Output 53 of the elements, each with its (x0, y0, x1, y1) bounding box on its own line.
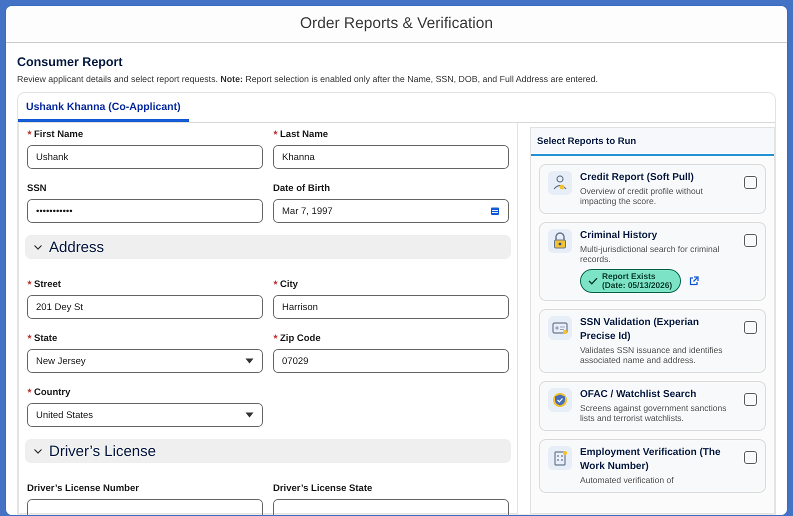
text-field[interactable]: Khanna (273, 145, 509, 169)
text-field[interactable]: Ushank (27, 145, 263, 169)
field-label: Street (34, 278, 61, 290)
date-field[interactable]: Mar 7, 1997 (273, 199, 509, 223)
shield-icon (550, 390, 570, 410)
section-title: Driver’s License (49, 442, 156, 460)
field-label: Driver’s License State (273, 482, 372, 494)
report-description: Overview of credit profile without impacting the score. (580, 186, 704, 206)
report-title: Credit Report (Soft Pull) (580, 171, 695, 185)
check-icon (588, 277, 598, 285)
report-title: SSN Validation (Experian Precise Id) (580, 316, 700, 344)
report-title: Criminal History (580, 229, 658, 243)
window-title: Order Reports & Verification (300, 15, 493, 33)
section-title: Consumer Report (17, 55, 124, 69)
panel-title: Select Reports to Run (531, 128, 774, 156)
field-label: Driver’s License Number (27, 482, 139, 494)
text-field[interactable]: Harrison (273, 295, 509, 319)
field-label: City (280, 278, 298, 290)
dropdown[interactable]: United States (27, 403, 263, 427)
section-title: Address (49, 238, 104, 256)
field-label: State (34, 332, 58, 344)
report-description: Automated verification of (580, 475, 675, 485)
field-label: Last Name (280, 128, 328, 140)
text-field[interactable]: ••••••••••• (27, 199, 263, 223)
field-label: Date of Birth (273, 182, 330, 194)
text-field[interactable]: 201 Dey St (27, 295, 263, 319)
report-description: Validates SSN issuance and identifies associated name and address. (580, 345, 724, 365)
checkbox[interactable] (744, 321, 757, 334)
dropdown-caret-icon (245, 412, 254, 418)
dropdown-caret-icon (245, 358, 254, 364)
chevron-down-icon (33, 446, 43, 456)
checkbox[interactable] (744, 234, 757, 247)
section-description: Review applicant details and select report requests. Note: Report selection is enabled only after the Name, SSN, DOB, and Full Address are entered. (17, 74, 599, 84)
applicant-tab[interactable]: Ushank Khanna (Co-Applicant) (18, 93, 189, 122)
section-header[interactable]: Address (25, 235, 511, 259)
report-title: Employment Verification (The Work Number) (580, 446, 722, 474)
external-link-icon[interactable] (689, 276, 700, 286)
report-title: OFAC / Watchlist Search (580, 388, 698, 402)
field-label: SSN (27, 182, 47, 194)
calendar-icon (490, 206, 500, 216)
section-header[interactable]: Driver’s License (25, 439, 511, 463)
report-description: Screens against government sanctions lists and terrorist watchlists. (580, 403, 728, 423)
report-description: Multi-jurisdictional search for criminal records. (580, 244, 720, 264)
field-label: First Name (34, 128, 84, 140)
checkbox[interactable] (744, 176, 757, 189)
badge-text: Report Exists (Date: 05/13/2026) (602, 272, 672, 290)
field-label: Zip Code (280, 332, 321, 344)
field-label: Country (34, 386, 70, 398)
checkbox[interactable] (744, 393, 757, 406)
text-field[interactable]: 07029 (273, 349, 509, 373)
dropdown[interactable]: New Jersey (27, 349, 263, 373)
checkbox[interactable] (744, 451, 757, 464)
chevron-down-icon (33, 242, 43, 252)
